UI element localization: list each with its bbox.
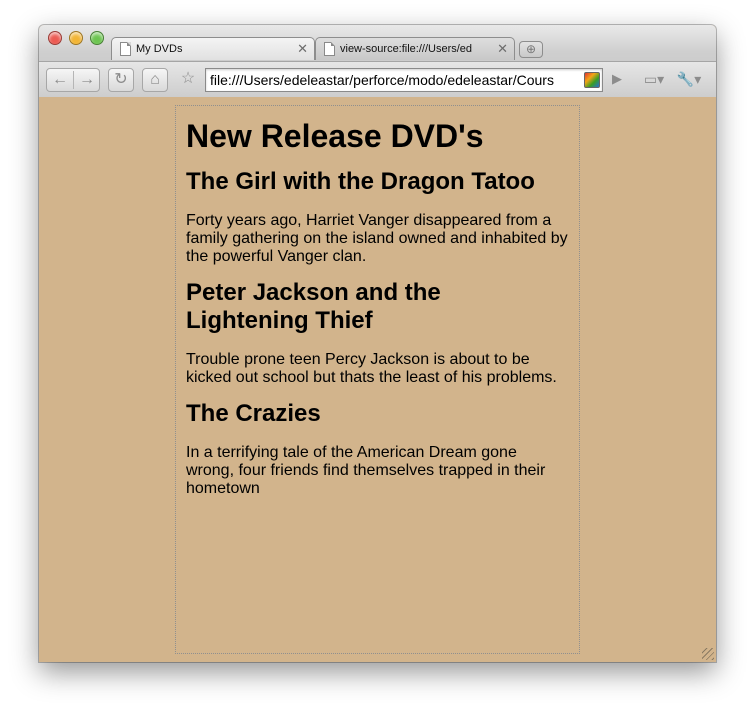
- tab-view-source[interactable]: view-source:file:///Users/ed ✕: [315, 37, 515, 60]
- minimize-window-button[interactable]: [69, 31, 83, 45]
- back-arrow-icon[interactable]: ←: [47, 69, 73, 91]
- browser-chrome: My DVDs ✕ view-source:file:///Users/ed ✕…: [39, 25, 716, 97]
- dvd-title: The Crazies: [186, 400, 321, 427]
- wrench-icon[interactable]: 🔧▾: [673, 68, 705, 92]
- close-tab-icon[interactable]: ✕: [297, 38, 308, 60]
- new-tab-button[interactable]: ⊕: [519, 41, 543, 58]
- star-icon[interactable]: ☆: [175, 68, 201, 92]
- url-text: file:///Users/edeleastar/perforce/modo/e…: [210, 72, 554, 88]
- page-title: New Release DVD's: [186, 118, 484, 154]
- close-tab-icon[interactable]: ✕: [497, 38, 508, 60]
- dvd-description: Forty years ago, Harriet Vanger disappea…: [186, 212, 568, 265]
- page-menu-icon[interactable]: ▭▾: [639, 68, 669, 92]
- page-icon: [120, 42, 131, 56]
- tab-label: view-source:file:///Users/ed: [340, 43, 473, 55]
- reload-icon[interactable]: ↻: [108, 68, 134, 92]
- dvd-title: The Girl with the Dragon Tatoo: [186, 168, 535, 195]
- tab-my-dvds[interactable]: My DVDs ✕: [111, 37, 315, 60]
- content-container: New Release DVD's The Girl with the Drag…: [175, 105, 580, 654]
- window-controls: [48, 31, 104, 45]
- dvd-title: Peter Jackson and the Lightening Thief: [186, 279, 441, 334]
- dvd-description: In a terrifying tale of the American Dre…: [186, 444, 546, 497]
- resize-grip-icon[interactable]: [702, 648, 714, 660]
- page-viewport: New Release DVD's The Girl with the Drag…: [39, 97, 716, 662]
- extension-icon[interactable]: [584, 72, 600, 88]
- forward-arrow-icon[interactable]: →: [74, 69, 100, 91]
- home-icon[interactable]: ⌂: [142, 68, 168, 92]
- play-icon[interactable]: ▶: [605, 68, 629, 92]
- tab-label: My DVDs: [136, 43, 183, 55]
- address-bar[interactable]: file:///Users/edeleastar/perforce/modo/e…: [205, 68, 603, 92]
- navigation-toolbar: ← → ↻ ⌂ ☆ file:///Users/edeleastar/perfo…: [39, 61, 716, 97]
- back-forward-group: ← →: [46, 68, 100, 92]
- dvd-description: Trouble prone teen Percy Jackson is abou…: [186, 351, 557, 386]
- zoom-window-button[interactable]: [90, 31, 104, 45]
- browser-window: My DVDs ✕ view-source:file:///Users/ed ✕…: [39, 25, 716, 662]
- close-window-button[interactable]: [48, 31, 62, 45]
- page-icon: [324, 42, 335, 56]
